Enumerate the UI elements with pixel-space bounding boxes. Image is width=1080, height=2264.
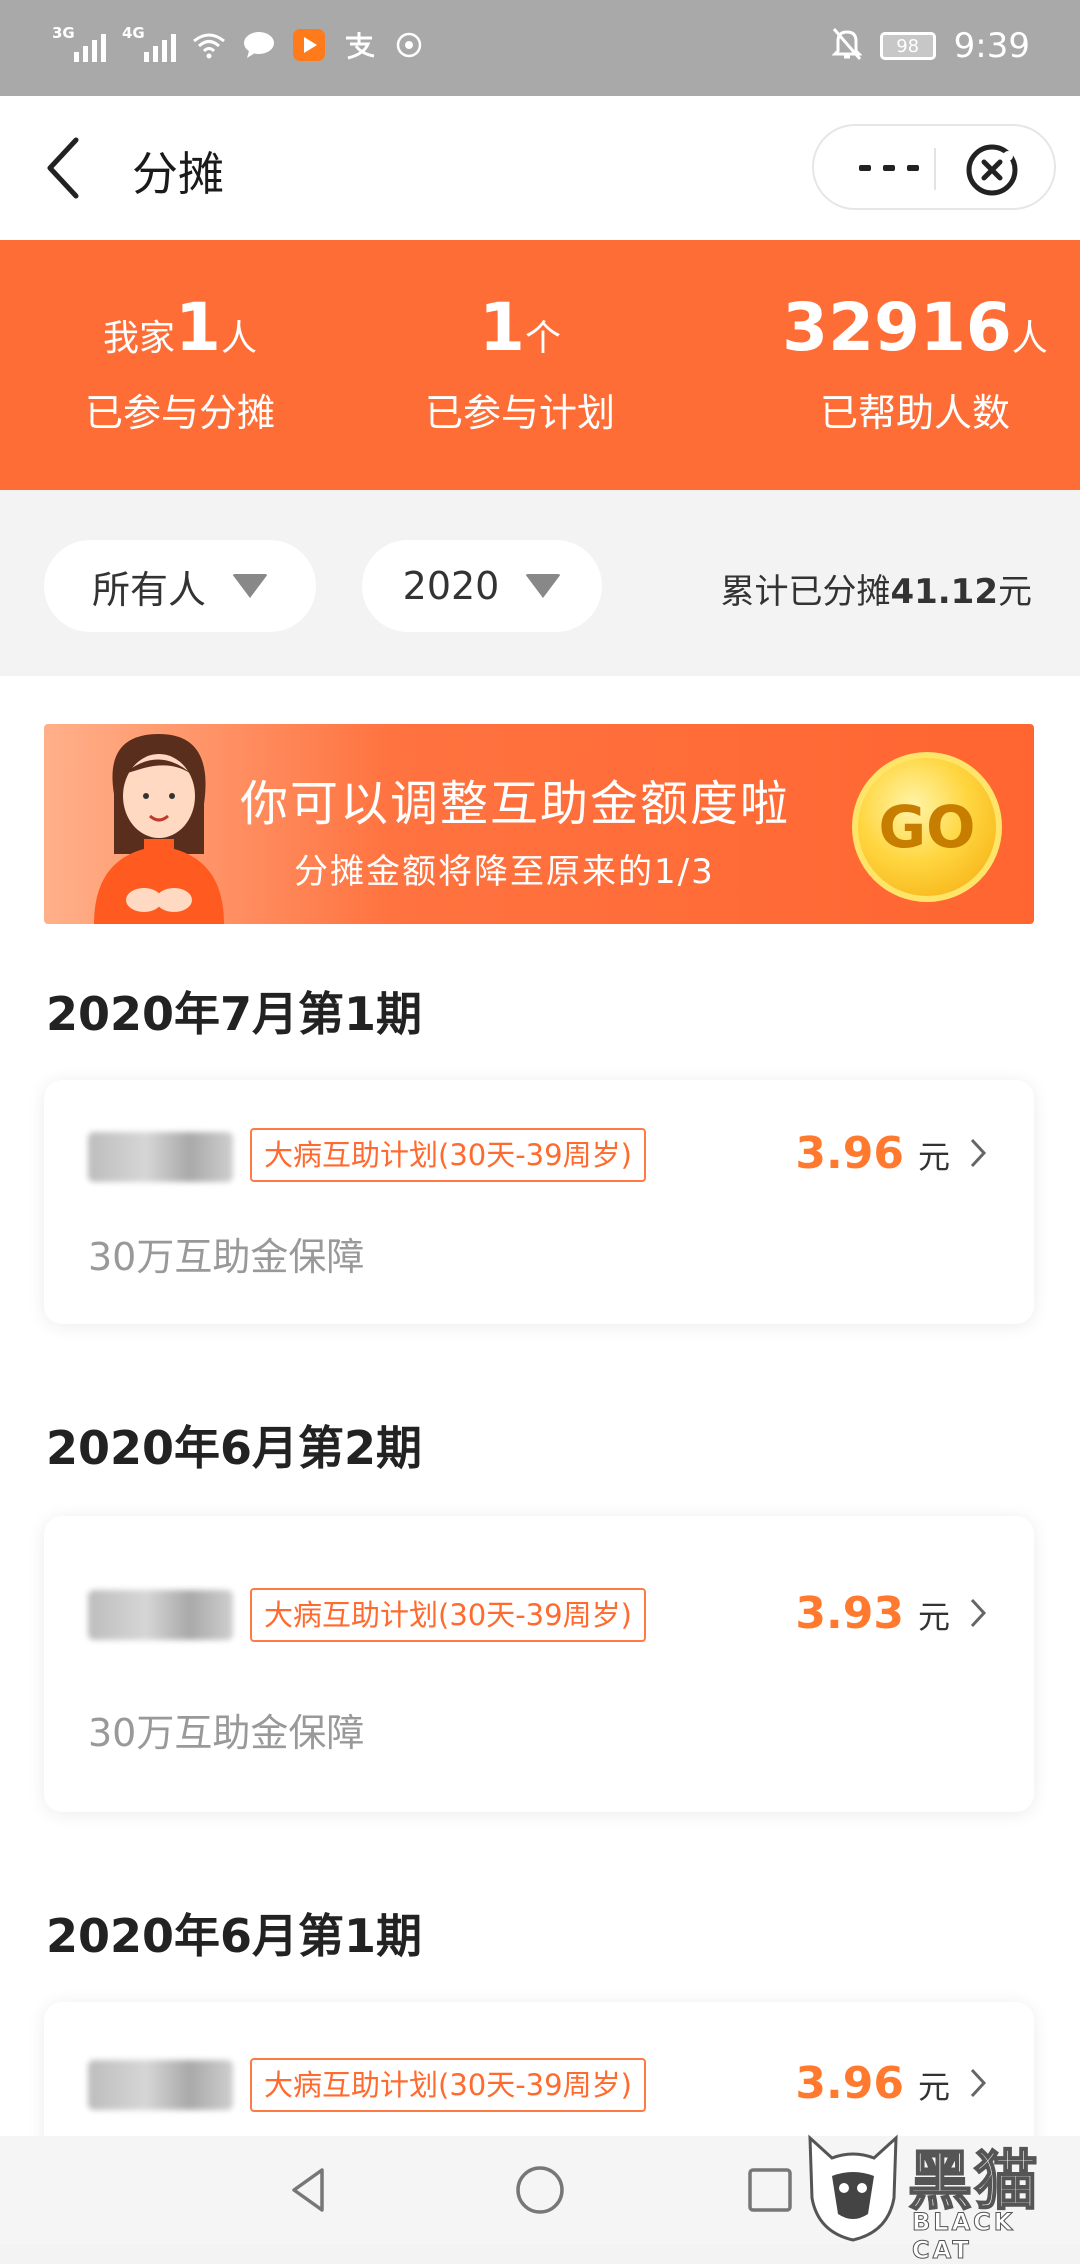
close-circle-icon bbox=[966, 144, 1018, 196]
stat-helped: 32916人 已帮助人数 bbox=[735, 288, 1080, 437]
stat-family: 我家1人 已参与分摊 bbox=[0, 288, 360, 437]
back-button[interactable] bbox=[38, 134, 98, 202]
period-card[interactable]: 大病互助计划(30天-39周岁) 3.93 元 30万互助金保障 bbox=[44, 1516, 1034, 1812]
amount-value: 3.96 bbox=[795, 1128, 904, 1179]
cell-signal-icon-2: 4G bbox=[122, 24, 176, 62]
battery-level: 98 bbox=[896, 35, 920, 57]
period-amount: 3.93 元 bbox=[795, 1588, 950, 1639]
total-shared: 累计已分摊41.12元 bbox=[720, 564, 1032, 613]
black-cat-logo-icon bbox=[808, 2134, 898, 2242]
person-filter-value: 所有人 bbox=[91, 567, 206, 612]
stat-label: 已帮助人数 bbox=[819, 391, 1010, 435]
stat-prefix: 我家 bbox=[103, 318, 176, 359]
stat-value: 32916 bbox=[782, 289, 1012, 366]
period-list: 你可以调整互助金额度啦 分摊金额将降至原来的1/3 GO 2020年7月第1期 … bbox=[0, 676, 1080, 2136]
mute-bell-icon bbox=[831, 27, 863, 65]
battery-icon: 98 bbox=[879, 32, 936, 60]
period-card[interactable]: 大病互助计划(30天-39周岁) 3.96 元 bbox=[44, 2002, 1034, 2136]
amount-value: 3.93 bbox=[795, 1588, 904, 1639]
nav-home-icon[interactable] bbox=[512, 2162, 568, 2218]
period-title: 2020年6月第1期 bbox=[46, 1909, 423, 1963]
nav-back-icon[interactable] bbox=[282, 2162, 338, 2218]
app-notification-icon bbox=[392, 28, 426, 62]
video-app-icon bbox=[292, 28, 326, 62]
plan-tag: 大病互助计划(30天-39周岁) bbox=[250, 1588, 646, 1642]
amount-unit: 元 bbox=[917, 1598, 950, 1636]
clock: 9:39 bbox=[953, 26, 1030, 66]
period-card[interactable]: 大病互助计划(30天-39周岁) 3.96 元 30万互助金保障 bbox=[44, 1080, 1034, 1324]
plan-tag: 大病互助计划(30天-39周岁) bbox=[250, 2058, 646, 2112]
filter-bar: 所有人 2020 累计已分摊41.12元 bbox=[0, 490, 1080, 676]
year-filter-dropdown[interactable]: 2020 bbox=[362, 540, 602, 632]
coverage-desc: 30万互助金保障 bbox=[88, 1711, 365, 1755]
amount-unit: 元 bbox=[917, 1138, 950, 1176]
chevron-right-icon bbox=[970, 1598, 987, 1628]
total-unit: 元 bbox=[998, 572, 1032, 612]
network-type-label: 3G bbox=[52, 24, 75, 42]
year-filter-value: 2020 bbox=[402, 564, 500, 608]
stat-label: 已参与计划 bbox=[424, 391, 615, 435]
nav-recents-icon[interactable] bbox=[742, 2162, 798, 2218]
blurred-member-name bbox=[88, 1132, 233, 1182]
stat-value: 1 bbox=[479, 289, 525, 366]
cell-signal-icon: 3G bbox=[52, 24, 106, 62]
coverage-desc: 30万互助金保障 bbox=[88, 1235, 365, 1279]
adjust-amount-banner[interactable]: 你可以调整互助金额度啦 分摊金额将降至原来的1/3 GO bbox=[44, 724, 1034, 924]
woman-illustration bbox=[94, 734, 224, 924]
dropdown-triangle-icon bbox=[232, 574, 268, 598]
total-amount: 41.12 bbox=[890, 572, 998, 612]
back-arrow-icon bbox=[47, 137, 79, 199]
banner-subline: 分摊金额将降至原来的1/3 bbox=[294, 852, 715, 892]
stats-panel: 我家1人 已参与分摊 1个 已参与计划 32916人 已帮助人数 bbox=[0, 240, 1080, 490]
plan-tag: 大病互助计划(30天-39周岁) bbox=[250, 1128, 646, 1182]
go-label: GO bbox=[878, 793, 976, 861]
chat-icon bbox=[242, 28, 276, 62]
stat-unit: 人 bbox=[1011, 318, 1048, 359]
status-right: 98 9:39 bbox=[831, 26, 1030, 66]
period-title: 2020年6月第2期 bbox=[46, 1421, 423, 1475]
more-button[interactable] bbox=[844, 146, 934, 190]
stat-label: 已参与分摊 bbox=[84, 391, 275, 435]
chevron-right-icon bbox=[970, 1138, 987, 1168]
more-dots-icon bbox=[859, 165, 919, 171]
app-header: 分摊 bbox=[0, 96, 1080, 240]
blackcat-watermark: 黑猫 BLACK CAT bbox=[798, 2128, 1068, 2264]
banner-headline: 你可以调整互助金额度啦 bbox=[240, 776, 791, 832]
chevron-right-icon bbox=[970, 2068, 987, 2098]
watermark-en: BLACK CAT bbox=[912, 2208, 1016, 2264]
period-title: 2020年7月第1期 bbox=[46, 987, 423, 1041]
go-button[interactable]: GO bbox=[852, 752, 1002, 902]
total-prefix: 累计已分摊 bbox=[720, 572, 891, 612]
amount-value: 3.96 bbox=[795, 2058, 904, 2109]
person-filter-dropdown[interactable]: 所有人 bbox=[44, 540, 316, 632]
dropdown-triangle-icon bbox=[525, 574, 562, 598]
period-amount: 3.96 元 bbox=[795, 2058, 950, 2109]
alipay-icon bbox=[342, 28, 376, 62]
blurred-member-name bbox=[88, 1590, 233, 1640]
period-amount: 3.96 元 bbox=[795, 1128, 950, 1179]
blurred-member-name bbox=[88, 2060, 233, 2110]
amount-unit: 元 bbox=[917, 2068, 950, 2106]
network-type-label-2: 4G bbox=[122, 24, 145, 42]
capsule-divider bbox=[934, 148, 936, 190]
close-miniapp-button[interactable] bbox=[964, 142, 1020, 198]
stat-value: 1 bbox=[175, 289, 221, 366]
stat-unit: 个 bbox=[524, 318, 561, 359]
stat-unit: 人 bbox=[220, 318, 257, 359]
wifi-icon bbox=[192, 28, 226, 62]
status-left: 3G 4G bbox=[52, 24, 426, 62]
status-bar: 3G 4G 98 9:39 bbox=[0, 0, 1080, 96]
page-title: 分摊 bbox=[132, 147, 224, 201]
miniapp-capsule bbox=[812, 124, 1056, 210]
stat-plans: 1个 已参与计划 bbox=[340, 288, 700, 437]
